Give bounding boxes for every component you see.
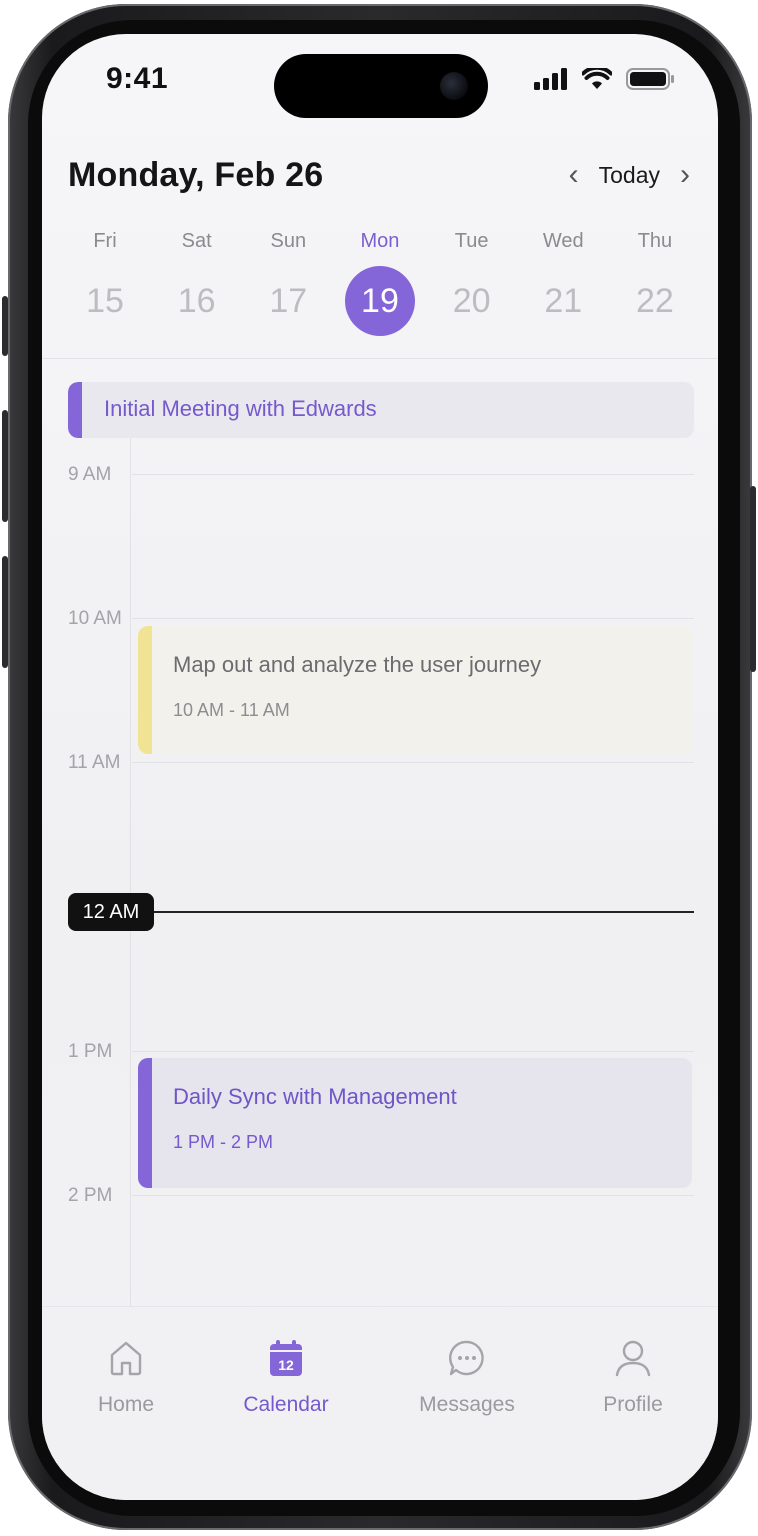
day-fri[interactable]: Fri 15 xyxy=(60,230,150,336)
camera-icon xyxy=(440,72,468,100)
event-color-bar xyxy=(68,382,82,438)
tab-calendar[interactable]: 12 Calendar xyxy=(211,1335,361,1417)
current-time-badge: 12 AM xyxy=(68,893,154,931)
date-navigation: ‹ Today › xyxy=(569,160,690,190)
status-time: 9:41 xyxy=(106,62,169,95)
day-number: 20 xyxy=(452,282,491,320)
tab-profile[interactable]: Profile xyxy=(558,1335,708,1417)
day-tue[interactable]: Tue 20 xyxy=(427,230,517,336)
hour-label: 10 AM xyxy=(68,608,122,629)
tab-messages[interactable]: Messages xyxy=(392,1335,542,1417)
week-strip: Fri 15 Sat 16 Sun 17 Mon 19 Tue 20 Wed 2… xyxy=(60,230,700,336)
tab-label: Calendar xyxy=(243,1393,329,1416)
day-mon-selected[interactable]: Mon 19 xyxy=(335,230,425,336)
power-button xyxy=(750,486,756,672)
message-icon xyxy=(449,1340,484,1376)
day-name: Sun xyxy=(270,230,307,252)
signal-icon xyxy=(534,68,567,90)
dynamic-island xyxy=(274,54,488,118)
day-thu[interactable]: Thu 22 xyxy=(610,230,700,336)
event-title: Map out and analyze the user journey xyxy=(173,652,542,677)
day-sat[interactable]: Sat 16 xyxy=(152,230,242,336)
day-number: 15 xyxy=(86,282,124,320)
event-color-bar xyxy=(138,626,152,754)
day-number: 16 xyxy=(177,282,216,320)
tab-home[interactable]: Home xyxy=(51,1335,201,1417)
volume-up-button xyxy=(2,410,8,522)
tab-label: Home xyxy=(97,1393,155,1416)
event-color-bar xyxy=(138,1058,152,1188)
day-name: Sat xyxy=(181,230,212,252)
hour-line xyxy=(132,474,694,475)
hour-line xyxy=(132,1051,694,1052)
calendar-icon: 12 xyxy=(270,1340,302,1376)
event-title: Initial Meeting with Edwards xyxy=(104,396,377,421)
header-divider xyxy=(42,358,718,359)
hour-line xyxy=(132,762,694,763)
volume-down-button xyxy=(2,556,8,668)
hour-line xyxy=(132,1195,694,1196)
svg-text:12: 12 xyxy=(278,1357,294,1373)
day-sun[interactable]: Sun 17 xyxy=(243,230,333,336)
battery-icon xyxy=(626,68,674,90)
day-number: 21 xyxy=(544,282,583,320)
event-card[interactable]: Daily Sync with Management 1 PM - 2 PM xyxy=(138,1058,692,1188)
today-button[interactable]: Today xyxy=(599,162,660,189)
tab-label: Messages xyxy=(419,1393,515,1416)
tab-label: Profile xyxy=(603,1393,663,1416)
event-title: Daily Sync with Management xyxy=(173,1084,457,1109)
day-name: Tue xyxy=(454,230,489,252)
event-time: 1 PM - 2 PM xyxy=(173,1132,274,1152)
day-number: 17 xyxy=(269,282,308,320)
hour-label: 9 AM xyxy=(68,464,112,485)
timeline-axis xyxy=(130,438,131,1308)
page-title: Monday, Feb 26 xyxy=(68,156,324,194)
current-time-line xyxy=(152,911,694,913)
profile-icon xyxy=(615,1340,651,1377)
day-name: Fri xyxy=(93,230,117,252)
day-number: 22 xyxy=(636,282,674,320)
day-name: Wed xyxy=(542,230,584,252)
chevron-right-icon[interactable]: › xyxy=(680,160,690,190)
status-icons xyxy=(534,68,674,90)
tab-bar: Home 12 Calendar Messages Profile xyxy=(42,1306,718,1500)
all-day-event[interactable]: Initial Meeting with Edwards xyxy=(68,382,694,438)
app-screen: 9:41 Monday, Feb 26 ‹ Today › Fri 15 Sat… xyxy=(42,34,718,1500)
hour-line xyxy=(132,618,694,619)
wifi-icon xyxy=(582,68,612,89)
day-number: 19 xyxy=(344,266,415,336)
event-card[interactable]: Map out and analyze the user journey 10 … xyxy=(138,626,692,754)
day-wed[interactable]: Wed 21 xyxy=(518,230,608,336)
hour-label: 11 AM xyxy=(68,752,121,773)
chevron-left-icon[interactable]: ‹ xyxy=(569,160,579,190)
event-time: 10 AM - 11 AM xyxy=(173,700,290,720)
home-icon xyxy=(110,1341,142,1376)
day-name: Thu xyxy=(637,230,673,252)
action-button xyxy=(2,296,8,356)
hour-label: 1 PM xyxy=(68,1041,113,1062)
day-name: Mon xyxy=(360,230,400,252)
hour-label: 2 PM xyxy=(68,1185,113,1206)
